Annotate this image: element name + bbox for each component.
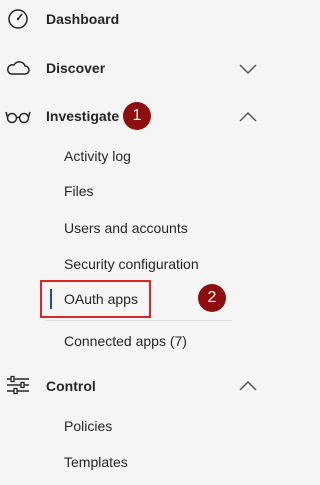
nav-subitem-label: Connected apps (7) [64, 333, 187, 349]
nav-item-discover[interactable]: Discover [0, 49, 271, 89]
chevron-up-icon[interactable] [238, 111, 258, 123]
glasses-icon [5, 111, 31, 124]
nav-item-label: Discover [46, 60, 106, 76]
step-badge-1: 1 [123, 102, 151, 130]
nav-item-control[interactable]: Control [0, 366, 271, 406]
nav-subitem-policies[interactable]: Policies [0, 408, 240, 442]
nav-subitem-templates[interactable]: Templates [0, 444, 240, 478]
divider [46, 320, 232, 321]
nav-subitem-users-and-accounts[interactable]: Users and accounts [0, 210, 240, 244]
nav-subitem-label: Users and accounts [64, 220, 188, 236]
sliders-icon [7, 375, 29, 395]
nav-item-label: Control [46, 378, 96, 394]
nav-item-label: Dashboard [46, 11, 120, 27]
nav-subitem-label: Activity log [64, 148, 131, 164]
nav-subitem-label: Files [64, 183, 94, 199]
nav-subitem-files[interactable]: Files [0, 173, 240, 207]
nav-item-dashboard[interactable]: Dashboard [0, 0, 271, 40]
sidebar-nav: Dashboard Discover Investigate 1 Activit… [0, 0, 271, 485]
nav-subitem-security-configuration[interactable]: Security configuration [0, 246, 240, 280]
nav-subitem-label: Policies [64, 418, 113, 434]
chevron-down-icon[interactable] [238, 63, 258, 75]
nav-subitem-activity-log[interactable]: Activity log [0, 138, 240, 172]
gauge-icon [8, 9, 28, 29]
nav-subitem-label: Templates [64, 454, 128, 470]
highlight-box [40, 280, 151, 318]
nav-subitem-connected-apps[interactable]: Connected apps (7) [0, 323, 240, 357]
nav-subitem-label: Security configuration [64, 256, 199, 272]
cloud-icon [7, 61, 30, 75]
step-badge-2: 2 [198, 284, 226, 312]
nav-item-label: Investigate [46, 108, 120, 124]
chevron-up-icon[interactable] [238, 380, 258, 392]
